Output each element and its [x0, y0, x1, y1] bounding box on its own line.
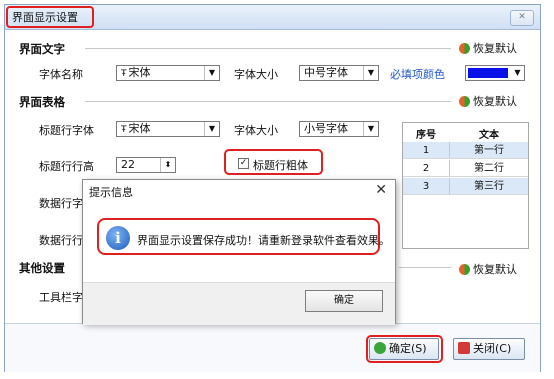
required-color-label: 必填项颜色 — [390, 68, 445, 81]
font-size-value: 中号字体 — [304, 66, 348, 79]
cell-no: 2 — [403, 160, 450, 176]
data-font-label: 数据行字 — [39, 197, 83, 210]
required-color-picker[interactable]: ▼ — [465, 65, 525, 81]
section-title-table: 界面表格 — [19, 95, 65, 109]
toolbar-font-label: 工具栏字 — [39, 291, 83, 304]
dialog-title: 提示信息 — [89, 186, 133, 199]
table-font-size-select[interactable]: 小号字体 ▼ — [299, 121, 379, 137]
header-height-value: 22 — [121, 158, 135, 171]
info-icon: i — [106, 226, 130, 250]
section-divider — [399, 267, 451, 268]
close-icon — [458, 342, 470, 354]
ok-button[interactable]: 确定(S) — [369, 338, 439, 360]
close-button[interactable]: 关闭(C) — [453, 338, 525, 360]
cell-text: 第一行 — [474, 145, 504, 156]
chevron-down-icon: ▼ — [204, 66, 219, 80]
stepper-icon[interactable]: ⬍ — [160, 158, 175, 172]
cell-text: 第三行 — [474, 181, 504, 192]
restore-icon — [459, 43, 470, 54]
table-font-size-label: 字体大小 — [234, 124, 278, 137]
color-swatch — [468, 68, 508, 78]
section-title-other: 其他设置 — [19, 261, 65, 275]
message-dialog: 提示信息 ✕ i 界面显示设置保存成功！请重新登录软件查看效果。 确定 — [82, 179, 396, 325]
table-row[interactable]: 2 第二行 — [403, 160, 528, 177]
table-row[interactable]: 1 第一行 — [403, 142, 528, 159]
section-divider — [85, 48, 451, 49]
restore-label: 恢复默认 — [473, 42, 517, 55]
restore-label: 恢复默认 — [473, 95, 517, 108]
title-highlight-box — [6, 6, 94, 28]
table-header: 序号 文本 — [403, 123, 528, 142]
title-bar: 界面显示设置 ✕ — [5, 5, 540, 30]
chevron-down-icon: ▼ — [204, 122, 219, 136]
restore-label: 恢复默认 — [473, 263, 517, 276]
restore-default-other[interactable]: 恢复默认 — [459, 261, 517, 277]
font-name-value: 宋体 — [128, 66, 151, 79]
restore-icon — [459, 96, 470, 107]
chevron-down-icon: ▼ — [363, 122, 378, 136]
column-header: 序号 — [416, 130, 436, 141]
chevron-down-icon: ▼ — [514, 68, 521, 77]
font-size-select[interactable]: 中号字体 ▼ — [299, 65, 379, 81]
bold-label: 标题行粗体 — [253, 159, 308, 172]
header-font-value: 宋体 — [128, 122, 151, 135]
font-size-label: 字体大小 — [234, 68, 278, 81]
font-type-icon: Ŧ — [121, 125, 127, 135]
ok-label: 确定(S) — [389, 342, 427, 355]
section-title-text: 界面文字 — [19, 42, 65, 56]
cell-text: 第二行 — [474, 163, 504, 174]
preview-table: 序号 文本 1 第一行 2 第二行 3 第三行 — [402, 122, 529, 249]
close-label: 关闭(C) — [473, 342, 512, 355]
bold-checkbox[interactable]: ✓ — [238, 158, 249, 169]
header-font-label: 标题行字体 — [39, 124, 94, 137]
font-type-icon: Ŧ — [121, 69, 127, 79]
section-divider — [85, 101, 451, 102]
restore-icon — [459, 264, 470, 275]
font-name-label: 字体名称 — [39, 68, 83, 81]
checkmark-icon — [374, 342, 386, 354]
restore-default-table[interactable]: 恢复默认 — [459, 93, 517, 109]
cell-no: 3 — [403, 178, 450, 194]
table-row[interactable]: 3 第三行 — [403, 178, 528, 195]
table-font-size-value: 小号字体 — [304, 122, 348, 135]
header-height-label: 标题行行高 — [39, 160, 94, 173]
header-font-select[interactable]: Ŧ 宋体 ▼ — [116, 121, 220, 137]
chevron-down-icon: ▼ — [363, 66, 378, 80]
dialog-ok-button[interactable]: 确定 — [305, 290, 383, 312]
restore-default-text[interactable]: 恢复默认 — [459, 40, 517, 56]
font-name-select[interactable]: Ŧ 宋体 ▼ — [116, 65, 220, 81]
header-height-stepper[interactable]: 22 ⬍ — [116, 157, 176, 173]
cell-no: 1 — [403, 142, 450, 158]
dialog-close-button[interactable]: ✕ — [375, 182, 387, 198]
data-height-label: 数据行行 — [39, 234, 83, 247]
window-close-button[interactable]: ✕ — [510, 10, 534, 26]
column-header: 文本 — [479, 130, 499, 141]
dialog-message: 界面显示设置保存成功！请重新登录软件查看效果。 — [137, 234, 390, 247]
